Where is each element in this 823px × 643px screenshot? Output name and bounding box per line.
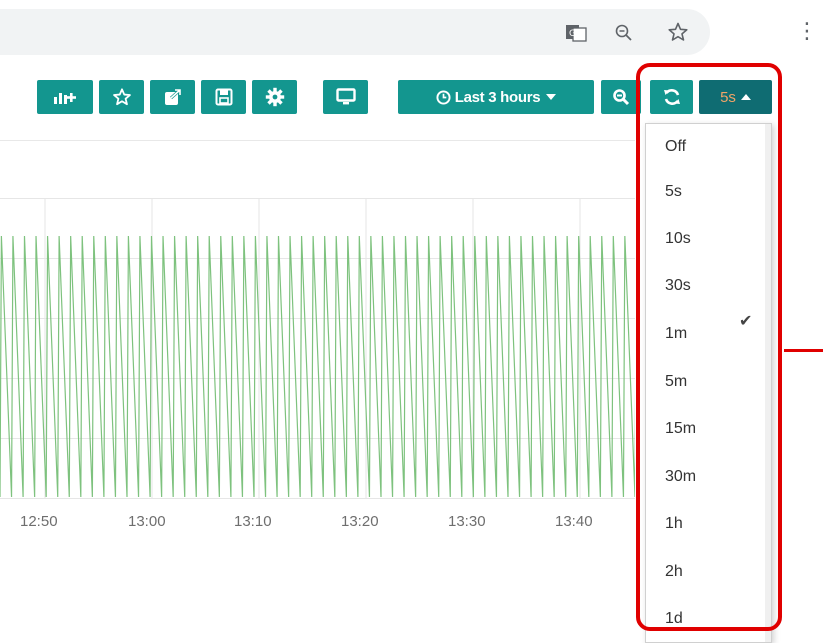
monitor-icon <box>335 88 356 106</box>
add-panel-icon <box>52 89 78 105</box>
zoom-out-button[interactable] <box>601 80 641 114</box>
share-button[interactable] <box>150 80 195 114</box>
add-panel-button[interactable] <box>37 80 93 114</box>
save-icon <box>215 88 233 106</box>
bookmark-star-icon[interactable] <box>668 22 688 47</box>
time-series-graph[interactable] <box>0 198 635 499</box>
tv-mode-button[interactable] <box>323 80 368 114</box>
annotation-highlight-box <box>636 63 782 631</box>
annotation-pointer-line <box>784 349 823 352</box>
x-tick-label: 12:50 <box>20 513 58 530</box>
x-tick-label: 13:20 <box>341 513 379 530</box>
x-tick-label: 13:40 <box>555 513 593 530</box>
x-tick-label: 13:10 <box>234 513 272 530</box>
time-range-label: Last 3 hours <box>454 88 541 106</box>
settings-button[interactable] <box>252 80 297 114</box>
toolbar-divider <box>0 140 635 141</box>
zoom-out-icon <box>612 88 630 106</box>
clock-icon <box>436 89 451 105</box>
series-line <box>0 235 635 498</box>
save-button[interactable] <box>201 80 246 114</box>
time-range-picker[interactable]: Last 3 hours <box>398 80 594 114</box>
address-bar[interactable] <box>0 9 710 55</box>
translate-icon[interactable]: G <box>565 24 587 47</box>
x-tick-label: 13:30 <box>448 513 486 530</box>
favorite-button[interactable] <box>99 80 144 114</box>
share-icon <box>164 88 182 106</box>
gear-icon <box>265 87 285 107</box>
svg-text:G: G <box>569 29 576 39</box>
kebab-menu-icon[interactable]: ⋮ <box>796 20 818 42</box>
zoom-icon[interactable] <box>615 24 633 47</box>
star-icon <box>112 88 131 106</box>
x-tick-label: 13:00 <box>128 513 166 530</box>
caret-down-icon <box>546 94 557 100</box>
